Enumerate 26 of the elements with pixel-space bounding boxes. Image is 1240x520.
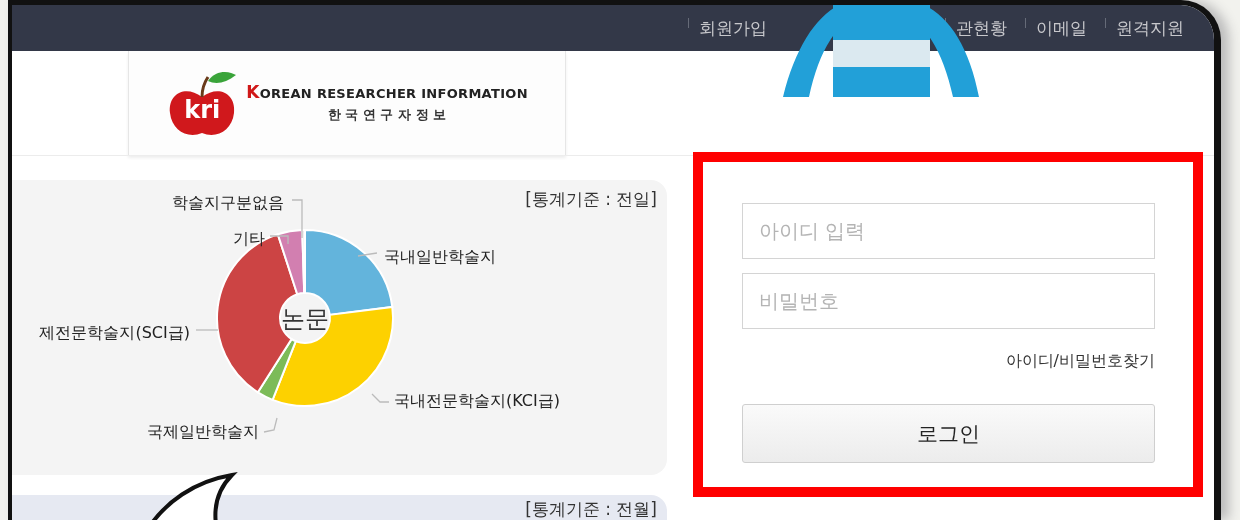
find-account-link[interactable]: 아이디/비밀번호찾기 bbox=[1005, 351, 1155, 372]
leader-line bbox=[263, 417, 278, 433]
chart-label: 국내전문학술지(KCI급) bbox=[394, 391, 560, 410]
leader-line bbox=[357, 252, 378, 257]
logo-subtitle: 한 국 연 구 자 정 보 bbox=[326, 106, 448, 124]
id-field[interactable]: 아이디 입력 bbox=[742, 203, 1155, 259]
leader-line bbox=[371, 393, 390, 403]
chart-label: 국내일반학술지 bbox=[384, 247, 496, 266]
stats-basis: [통계기준 : 전일] bbox=[525, 188, 657, 211]
leader-line bbox=[269, 235, 289, 245]
leader-line bbox=[195, 329, 219, 331]
nav-link[interactable]: 이메일 bbox=[1036, 16, 1087, 40]
login-button[interactable]: 로그인 bbox=[742, 404, 1155, 463]
stats-basis: [통계기준 : 전월] bbox=[525, 499, 657, 520]
chart-label: 학술지구분없음 bbox=[172, 193, 284, 212]
password-field[interactable]: 비밀번호 bbox=[742, 273, 1155, 329]
logo-title: KOREAN RESEARCHER INFORMATION bbox=[246, 82, 528, 102]
chart-label: 기타 bbox=[233, 229, 265, 248]
chart-label: 국제일반학술지 bbox=[147, 422, 259, 441]
nav-link[interactable]: 회원가입 bbox=[699, 16, 767, 40]
chart-label: 제전문학술지(SCI급) bbox=[39, 323, 190, 342]
chart-center-label: 논문 bbox=[281, 305, 329, 333]
leader-line bbox=[291, 199, 303, 239]
logo-mark: kri bbox=[184, 96, 221, 124]
nav-link[interactable]: 관현황 bbox=[956, 16, 1007, 40]
nav-link[interactable]: 원격지원 bbox=[1116, 16, 1184, 40]
